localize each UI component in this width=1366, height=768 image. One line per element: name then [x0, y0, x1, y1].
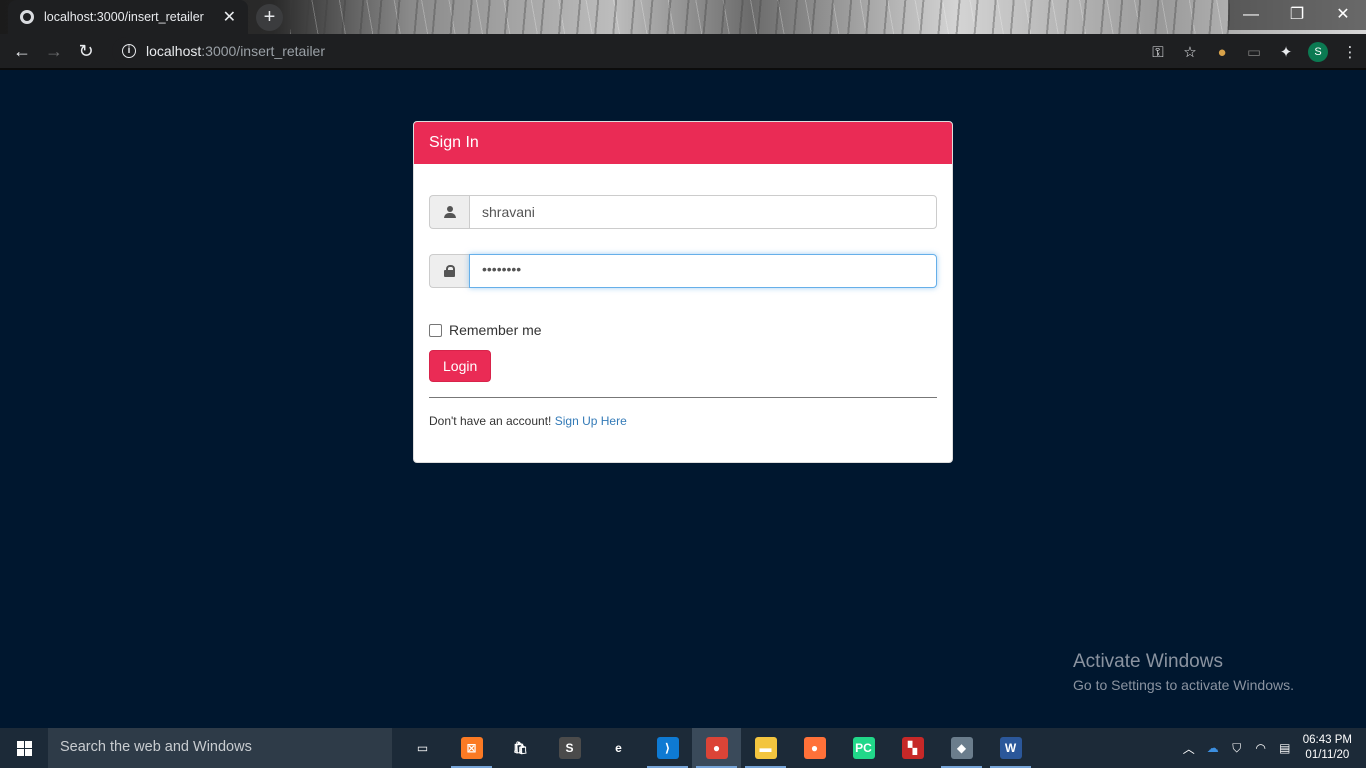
- close-window-button[interactable]: ✕: [1320, 0, 1366, 30]
- url-path: :3000/insert_retailer: [201, 43, 326, 59]
- password-group: ••••••••: [429, 254, 937, 288]
- taskbar-app-firefox[interactable]: ●: [790, 728, 839, 768]
- reload-icon[interactable]: ↻: [70, 35, 102, 67]
- lock-icon: [444, 265, 455, 277]
- file-explorer-icon: ▬: [754, 737, 777, 759]
- taskbar-app-task-view[interactable]: ▭: [398, 728, 447, 768]
- wifi-icon[interactable]: ◠: [1249, 741, 1273, 755]
- shield-icon[interactable]: ⛉: [1225, 741, 1249, 756]
- taskbar-app-git[interactable]: ◆: [937, 728, 986, 768]
- signin-body: •••••••• Remember me Login Don't have an…: [414, 164, 952, 428]
- key-icon[interactable]: ⚿: [1142, 44, 1174, 61]
- new-tab-button[interactable]: +: [256, 4, 283, 31]
- forward-arrow-icon[interactable]: →: [38, 35, 70, 67]
- url-host: localhost: [146, 43, 202, 59]
- login-button[interactable]: Login: [429, 350, 492, 382]
- menu-kebab-icon[interactable]: ⋮: [1334, 43, 1366, 61]
- password-input[interactable]: ••••••••: [469, 254, 937, 288]
- windows-logo-icon: [16, 740, 32, 756]
- clock[interactable]: 06:43 PM 01/11/20: [1303, 733, 1352, 763]
- app-colored-icon: ▚: [901, 737, 924, 759]
- taskbar-app-word[interactable]: W: [986, 728, 1035, 768]
- taskbar-app-app-colored[interactable]: ▚: [888, 728, 937, 768]
- browser-tab-strip: localhost:3000/insert_retailer ✕ + — ❐ ✕: [0, 0, 1366, 34]
- puzzle-extensions-icon[interactable]: ✦: [1270, 43, 1302, 61]
- taskbar-app-vscode[interactable]: ⟩: [643, 728, 692, 768]
- notification-icon[interactable]: ▤: [1273, 741, 1297, 755]
- taskbar-app-pycharm[interactable]: PC: [839, 728, 888, 768]
- system-tray: ︿ ☁ ⛉ ◠ ▤ 06:43 PM 01/11/20: [1177, 728, 1366, 768]
- word-icon: W: [999, 737, 1022, 759]
- remember-me-checkbox[interactable]: [429, 323, 442, 337]
- store-icon: 🛍: [512, 741, 529, 755]
- signup-prompt: Don't have an account! Sign Up Here: [429, 414, 937, 428]
- globe-favicon-icon: [20, 10, 34, 24]
- tab-close-icon[interactable]: ✕: [223, 7, 236, 27]
- minimize-button[interactable]: —: [1228, 0, 1274, 30]
- pycharm-icon: PC: [852, 737, 875, 759]
- extension-icon[interactable]: ▭: [1238, 43, 1270, 61]
- clock-date: 01/11/20: [1305, 749, 1350, 761]
- task-view-icon: ▭: [416, 741, 429, 755]
- password-addon: [429, 254, 469, 288]
- no-account-text: Don't have an account!: [429, 414, 552, 428]
- username-input[interactable]: [469, 195, 937, 229]
- start-button[interactable]: [0, 728, 48, 768]
- chevron-up-icon[interactable]: ︿: [1177, 740, 1201, 757]
- user-icon: [443, 206, 456, 218]
- browser-toolbar: ← → ↻ i localhost:3000/insert_retailer ⚿…: [0, 34, 1366, 70]
- signin-card: Sign In •••••••• Remember me Login Don't…: [413, 121, 953, 463]
- username-addon: [429, 195, 469, 229]
- profile-avatar[interactable]: S: [1308, 42, 1328, 62]
- theme-background: [290, 0, 1230, 34]
- signin-header: Sign In: [414, 122, 952, 164]
- sublime-icon: S: [558, 737, 581, 759]
- restore-button[interactable]: ❐: [1274, 0, 1320, 30]
- address-bar[interactable]: i localhost:3000/insert_retailer: [112, 37, 1192, 65]
- taskbar-app-sublime[interactable]: S: [545, 728, 594, 768]
- firefox-icon: ●: [803, 737, 826, 759]
- taskbar-search[interactable]: Search the web and Windows: [48, 728, 392, 768]
- xampp-icon: ⊠: [460, 737, 483, 759]
- chrome-icon: ●: [705, 737, 728, 759]
- windows-taskbar: Search the web and Windows ▭ ⊠ 🛍 Se ⟩ ● ▬ ● PC ▚ ◆…: [0, 728, 1366, 768]
- watermark-line2: Go to Settings to activate Windows.: [1073, 677, 1294, 693]
- edge-icon: e: [615, 741, 622, 755]
- activate-windows-watermark: Activate Windows Go to Settings to activ…: [1073, 651, 1294, 693]
- site-info-icon[interactable]: i: [122, 44, 136, 58]
- watermark-line1: Activate Windows: [1073, 651, 1223, 672]
- vscode-icon: ⟩: [656, 737, 679, 759]
- remember-me-row: Remember me: [429, 322, 937, 338]
- toolbar-actions: ⚿ ☆ ● ▭ ✦ S ⋮: [1142, 34, 1366, 70]
- clock-time: 06:43 PM: [1302, 734, 1352, 746]
- star-bookmark-icon[interactable]: ☆: [1174, 43, 1206, 61]
- remember-me-label[interactable]: Remember me: [449, 322, 542, 338]
- signup-link[interactable]: Sign Up Here: [555, 414, 627, 428]
- taskbar-app-file-explorer[interactable]: ▬: [741, 728, 790, 768]
- back-arrow-icon[interactable]: ←: [6, 35, 38, 67]
- taskbar-apps: ▭ ⊠ 🛍 Se ⟩ ● ▬ ● PC ▚ ◆ W: [398, 728, 1035, 768]
- divider: [429, 397, 937, 398]
- onedrive-cloud-icon[interactable]: ☁: [1201, 741, 1225, 755]
- git-icon: ◆: [950, 737, 973, 759]
- taskbar-app-store[interactable]: 🛍: [496, 728, 545, 768]
- browser-tab-active[interactable]: localhost:3000/insert_retailer ✕: [8, 0, 248, 34]
- taskbar-app-edge[interactable]: e: [594, 728, 643, 768]
- tab-title: localhost:3000/insert_retailer: [44, 10, 204, 24]
- cookie-extension-icon[interactable]: ●: [1206, 44, 1238, 61]
- taskbar-app-chrome[interactable]: ●: [692, 728, 741, 768]
- taskbar-app-xampp[interactable]: ⊠: [447, 728, 496, 768]
- username-group: [429, 195, 937, 229]
